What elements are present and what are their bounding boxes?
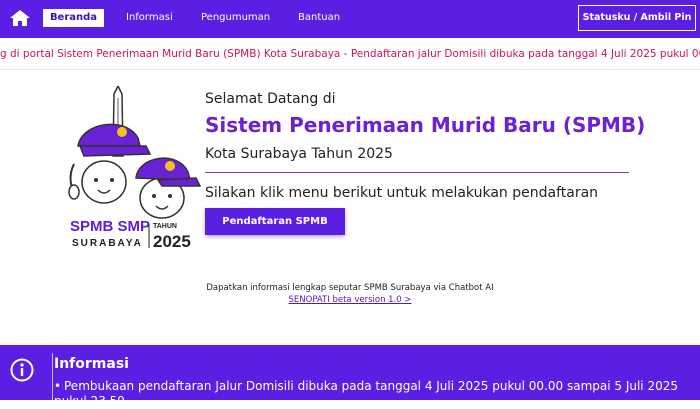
informasi-item-text: Pembukaan pendaftaran Jalur Domisili dib…: [54, 379, 678, 408]
chatbot-info-text: Dapatkan informasi lengkap seputar SPMB …: [206, 283, 494, 293]
informasi-list-item: • Pembukaan pendaftaran Jalur Domisili di…: [54, 379, 678, 408]
top-navbar: Beranda Informasi Pengumuman Bantuan Sta…: [0, 0, 700, 38]
instruction-text: Silakan klik menu berikut untuk melakuka…: [205, 185, 599, 201]
logo-text-year: 2025: [153, 232, 191, 251]
nav-beranda[interactable]: Beranda: [43, 9, 104, 27]
home-icon[interactable]: [9, 9, 31, 27]
informasi-section: Informasi • Pembukaan pendaftaran Jalur D…: [0, 345, 700, 408]
logo-text-surabaya: SURABAYA: [72, 238, 143, 249]
announcement-marquee: g di portal Sistem Penerimaan Murid Baru…: [0, 38, 700, 70]
senopati-chatbot-link[interactable]: SENOPATI beta version 1.0 >: [289, 295, 412, 305]
title-divider: [205, 172, 629, 173]
informasi-title: Informasi: [54, 356, 129, 372]
welcome-text: Selamat Datang di: [205, 91, 336, 107]
page-title: Sistem Penerimaan Murid Baru (SPMB): [205, 113, 646, 137]
info-divider: [52, 353, 53, 400]
marquee-text: g di portal Sistem Penerimaan Murid Baru…: [0, 48, 700, 60]
spmb-logo: SPMB SMP SURABAYA TAHUN 2025: [66, 84, 202, 252]
logo-text-tahun: TAHUN: [153, 223, 177, 230]
status-ambil-pin-button[interactable]: Statusku / Ambil Pin: [578, 5, 696, 31]
nav-pengumuman[interactable]: Pengumuman: [201, 12, 270, 24]
page-subtitle: Kota Surabaya Tahun 2025: [205, 146, 393, 162]
nav-bantuan[interactable]: Bantuan: [298, 12, 340, 24]
chatbot-link-container: SENOPATI beta version 1.0 >: [0, 295, 700, 306]
info-icon: [10, 358, 34, 382]
pendaftaran-spmb-button[interactable]: Pendaftaran SPMB: [205, 208, 345, 235]
nav-informasi[interactable]: Informasi: [126, 12, 173, 24]
logo-text-spmb-smp: SPMB SMP: [70, 218, 150, 235]
